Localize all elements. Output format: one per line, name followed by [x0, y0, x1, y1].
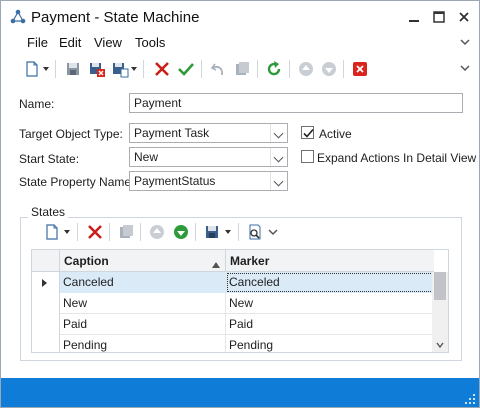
status-bar — [1, 378, 479, 407]
table-row[interactable]: Canceled Canceled — [32, 272, 434, 293]
chevron-down-icon[interactable] — [270, 172, 287, 190]
scrollbar-thumb[interactable] — [434, 272, 446, 300]
toolbar-separator — [77, 223, 78, 241]
state-property-name-label: State Property Name: — [19, 175, 135, 189]
resize-grip-icon[interactable] — [465, 393, 475, 404]
caption-cell[interactable]: Paid — [60, 314, 226, 335]
marker-cell[interactable]: Pending — [226, 335, 434, 352]
toolbar-separator — [140, 223, 141, 241]
save-dropdown-icon[interactable] — [131, 67, 137, 71]
active-checkbox[interactable] — [301, 126, 314, 139]
window-title: Payment - State Machine — [31, 9, 200, 26]
name-field[interactable]: Payment — [129, 93, 463, 113]
start-state-value: New — [134, 150, 159, 164]
save-and-new-icon[interactable] — [111, 60, 129, 78]
marker-cell[interactable]: Paid — [226, 314, 434, 335]
title-bar[interactable]: Payment - State Machine — [1, 1, 479, 33]
new-dropdown-icon[interactable] — [43, 67, 49, 71]
table-row[interactable]: New New — [32, 293, 434, 314]
close-button[interactable] — [456, 9, 472, 25]
column-marker-label: Marker — [230, 254, 270, 268]
states-toolbar-chevron-icon[interactable] — [267, 223, 285, 241]
menu-edit[interactable]: Edit — [59, 35, 81, 50]
new-state-dropdown-icon[interactable] — [64, 230, 70, 234]
toolbar-separator — [195, 223, 196, 241]
caption-cell[interactable]: Pending — [60, 335, 226, 352]
move-up-icon[interactable] — [148, 223, 166, 241]
main-toolbar — [13, 57, 471, 81]
refresh-icon[interactable] — [265, 60, 283, 78]
toolbar-separator — [201, 60, 202, 78]
toolbar-separator — [55, 60, 56, 78]
menu-bar: File Edit View Tools — [13, 33, 471, 53]
caption-cell[interactable]: Canceled — [60, 272, 226, 293]
show-in-report-icon[interactable] — [246, 223, 264, 241]
save-icon[interactable] — [64, 60, 82, 78]
minimize-button[interactable] — [406, 9, 422, 25]
row-indicator — [32, 293, 60, 314]
grid-header: Caption Marker — [32, 250, 434, 272]
column-caption-label: Caption — [64, 254, 109, 268]
start-state-label: Start State: — [19, 152, 80, 166]
target-object-type-combo[interactable]: Payment Task — [129, 123, 288, 143]
sort-ascending-icon — [212, 257, 220, 271]
state-machine-icon — [10, 9, 26, 25]
start-state-combo[interactable]: New — [129, 147, 288, 167]
delete-state-icon[interactable] — [86, 223, 104, 241]
table-row[interactable]: Paid Paid — [32, 314, 434, 335]
active-label: Active — [319, 127, 352, 141]
column-header-caption[interactable]: Caption — [60, 250, 226, 272]
grid-vertical-scrollbar[interactable] — [432, 272, 448, 352]
expand-actions-label: Expand Actions In Detail View — [317, 151, 477, 165]
chevron-down-icon[interactable] — [270, 148, 287, 166]
menu-tools[interactable]: Tools — [135, 35, 165, 50]
name-label: Name: — [19, 97, 55, 111]
marker-cell[interactable]: Canceled — [226, 272, 434, 293]
column-header-marker[interactable]: Marker — [226, 250, 434, 272]
menu-file[interactable]: File — [27, 35, 48, 50]
row-indicator-header — [32, 250, 60, 272]
close-view-icon[interactable] — [351, 60, 369, 78]
current-row-indicator — [32, 272, 60, 293]
move-down-icon[interactable] — [172, 223, 190, 241]
validate-check-icon[interactable] — [177, 60, 195, 78]
export-icon[interactable] — [203, 223, 221, 241]
previous-object-icon[interactable] — [297, 60, 315, 78]
toolbar-separator — [257, 60, 258, 78]
caption-cell[interactable]: New — [60, 293, 226, 314]
target-object-type-value: Payment Task — [134, 126, 210, 140]
expand-actions-checkbox[interactable] — [301, 150, 314, 163]
state-property-name-value: PaymentStatus — [134, 174, 216, 188]
toolbar-separator — [109, 223, 110, 241]
delete-icon[interactable] — [153, 60, 171, 78]
table-row[interactable]: Pending Pending — [32, 335, 434, 352]
export-dropdown-icon[interactable] — [225, 230, 231, 234]
toolbar-separator — [238, 223, 239, 241]
target-object-type-label: Target Object Type: — [19, 127, 123, 141]
scroll-down-icon — [436, 342, 444, 349]
new-document-icon[interactable] — [23, 60, 41, 78]
toolbar-separator — [289, 60, 290, 78]
undo-icon[interactable] — [209, 60, 227, 78]
toolbar-separator — [143, 60, 144, 78]
row-pointer-icon — [42, 279, 47, 287]
menu-overflow-chevron-icon[interactable] — [459, 35, 471, 49]
state-property-name-combo[interactable]: PaymentStatus — [129, 171, 288, 191]
next-object-icon[interactable] — [320, 60, 338, 78]
maximize-button[interactable] — [431, 9, 447, 25]
states-group-title: States — [28, 205, 69, 219]
toolbar-separator — [343, 60, 344, 78]
menu-view[interactable]: View — [94, 35, 122, 50]
row-indicator — [32, 314, 60, 335]
save-and-close-icon[interactable] — [88, 60, 106, 78]
new-state-icon[interactable] — [43, 223, 61, 241]
chevron-down-icon[interactable] — [270, 124, 287, 142]
toolbar-overflow-chevron-icon[interactable] — [459, 61, 471, 75]
cancel-changes-icon[interactable] — [233, 60, 251, 78]
marker-cell[interactable]: New — [226, 293, 434, 314]
row-indicator — [32, 335, 60, 352]
states-grid: Caption Marker Canceled Canceled New New… — [31, 249, 449, 353]
state-machine-window: Payment - State Machine File Edit View T… — [0, 0, 480, 408]
unlink-icon[interactable] — [117, 223, 135, 241]
